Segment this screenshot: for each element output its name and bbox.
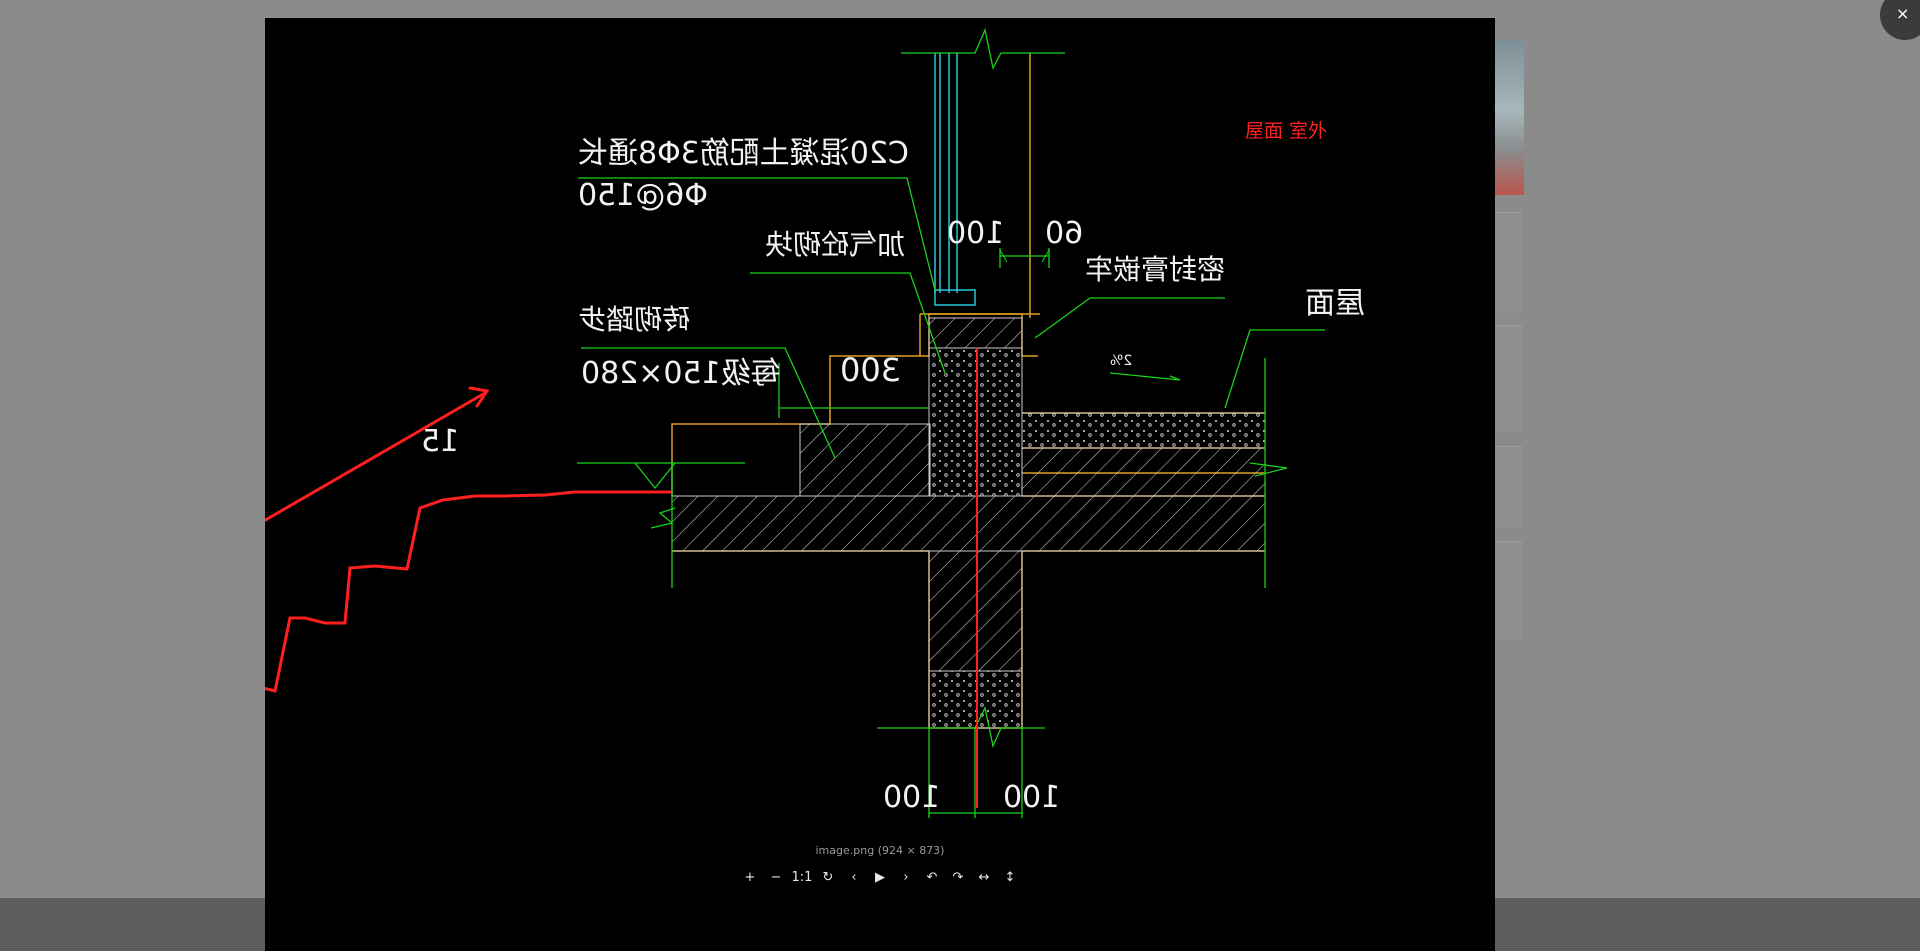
rotate-right-button[interactable]: ↷	[947, 868, 969, 888]
label-dimension-100-right: 100	[1003, 780, 1061, 815]
label-roof: 屋面	[1305, 286, 1365, 321]
play-button[interactable]: ▶	[869, 868, 891, 888]
zoom-in-button[interactable]: +	[739, 868, 761, 888]
label-dimension-100-top: 100	[947, 216, 1005, 251]
rotate-left-button[interactable]: ↶	[921, 868, 943, 888]
reset-button[interactable]: ↻	[817, 868, 839, 888]
zoom-out-button[interactable]: −	[765, 868, 787, 888]
label-step-size: 每级150×280	[581, 356, 781, 391]
flip-vertical-button[interactable]: ↕	[999, 868, 1021, 888]
image-viewer: C20混凝土配筋3Φ8通长 Φ6@150 加气砼砌块 砖砌踏步 每级150×28…	[265, 18, 1495, 951]
label-sealant: 密封膏嵌牢	[1085, 253, 1226, 286]
side-card	[1494, 325, 1522, 431]
previous-button[interactable]: ‹	[843, 868, 865, 888]
label-aerated-block: 加气砼砌块	[765, 228, 906, 261]
side-card	[1494, 541, 1522, 640]
label-dimension-15: 15	[421, 424, 460, 459]
image-info: image.png (924 × 873)	[815, 844, 945, 857]
side-card	[1494, 212, 1522, 313]
label-slope: 2%	[1110, 353, 1133, 369]
label-brick-steps: 砖砌踏步	[578, 303, 691, 336]
label-c20-concrete: C20混凝土配筋3Φ8通长	[578, 136, 909, 171]
label-dimension-300: 300	[840, 351, 902, 389]
side-thumbnail	[1494, 40, 1524, 195]
label-dimension-60: 60	[1045, 216, 1084, 251]
flip-horizontal-button[interactable]: ↔	[973, 868, 995, 888]
annotation-roof-outdoor: 屋面 室外	[1245, 120, 1328, 142]
next-button[interactable]: ›	[895, 868, 917, 888]
actual-size-button[interactable]: 1:1	[791, 868, 813, 888]
viewer-toolbar: + − 1:1 ↻ ‹ ▶ › ↶ ↷ ↔ ↕	[265, 868, 1495, 888]
close-icon: ×	[1896, 4, 1910, 23]
side-card	[1494, 446, 1522, 527]
label-rebar-spacing: Φ6@150	[578, 178, 708, 213]
label-dimension-100-left: 100	[883, 780, 941, 815]
